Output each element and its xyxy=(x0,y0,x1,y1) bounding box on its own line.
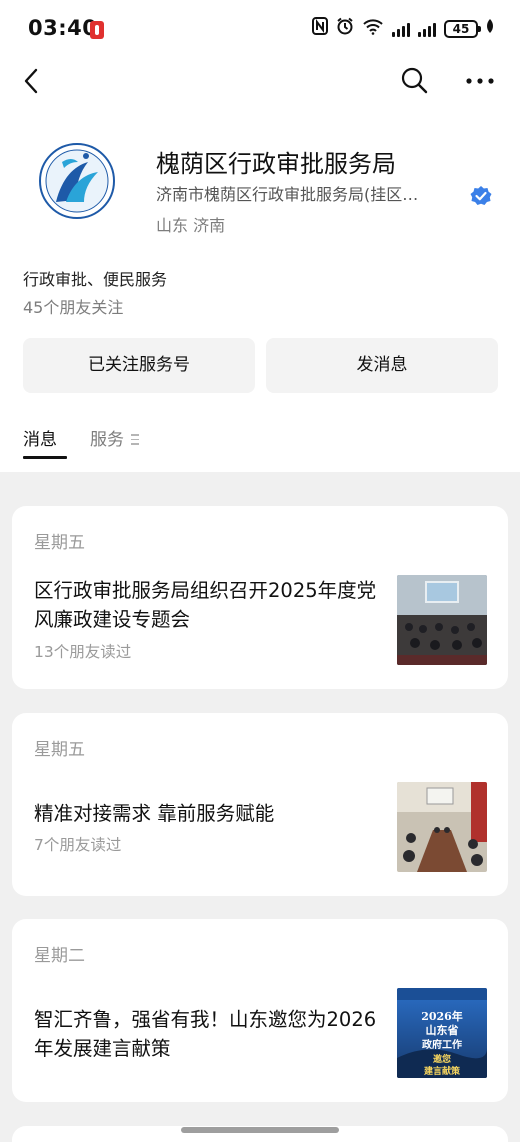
svg-text:政府工作: 政府工作 xyxy=(422,1038,462,1051)
svg-text:山东省: 山东省 xyxy=(426,1023,459,1037)
article-reads: 7个朋友读过 xyxy=(34,836,122,854)
status-icons: 45 xyxy=(312,16,494,42)
svg-text:邀您: 邀您 xyxy=(433,1053,451,1065)
article-day: 星期五 xyxy=(34,533,85,553)
status-time: 03:40 xyxy=(28,16,98,40)
wifi-icon xyxy=(362,17,384,42)
account-description: 行政审批、便民服务 xyxy=(23,270,168,289)
account-region: 山东 济南 xyxy=(156,216,226,235)
tab-services[interactable]: 服务 xyxy=(90,428,124,452)
article-card[interactable]: 星期五 区行政审批服务局组织召开2025年度党风廉政建设专题会 13个朋友读过 xyxy=(12,506,508,689)
svg-text:2026年: 2026年 xyxy=(421,1009,463,1023)
article-thumbnail xyxy=(397,782,487,872)
leaf-icon xyxy=(486,17,494,41)
article-card[interactable]: 星期二 智汇齐鲁，强省有我！山东邀您为2026年发展建言献策 2026年 山东省… xyxy=(12,919,508,1102)
alarm-icon xyxy=(336,17,354,42)
nfc-icon xyxy=(312,16,328,42)
account-name: 槐荫区行政审批服务局 xyxy=(156,150,396,178)
friends-following[interactable]: 45个朋友关注 xyxy=(23,294,123,318)
svg-text:建言献策: 建言献策 xyxy=(424,1065,461,1077)
tab-messages[interactable]: 消息 xyxy=(23,428,57,452)
article-day: 星期五 xyxy=(34,740,85,760)
signal-icon xyxy=(418,21,436,37)
article-title: 精准对接需求 靠前服务赋能 xyxy=(34,802,275,825)
article-card[interactable]: 星期五 精准对接需求 靠前服务赋能 7个朋友读过 xyxy=(12,713,508,896)
article-day: 星期二 xyxy=(34,946,85,966)
verified-organization: 济南市槐荫区行政审批服务局(挂区… xyxy=(156,185,419,204)
article-thumbnail xyxy=(397,575,487,665)
battery-icon: 45 xyxy=(444,20,481,38)
verified-badge-icon xyxy=(470,185,492,207)
home-indicator[interactable] xyxy=(181,1127,339,1133)
menu-icon xyxy=(131,434,141,446)
send-message-button[interactable]: 发消息 xyxy=(266,338,498,393)
search-icon[interactable] xyxy=(398,64,432,98)
article-title: 智汇齐鲁，强省有我！山东邀您为2026年发展建言献策 xyxy=(34,1008,377,1060)
followed-button[interactable]: 已关注服务号 xyxy=(23,338,255,393)
account-logo xyxy=(22,140,134,236)
article-thumbnail: 2026年 山东省 政府工作 邀您 建言献策 xyxy=(397,988,487,1078)
article-title: 区行政审批服务局组织召开2025年度党风廉政建设专题会 xyxy=(34,579,377,631)
notification-icon xyxy=(90,21,104,39)
signal-icon xyxy=(392,21,410,37)
article-reads: 13个朋友读过 xyxy=(34,643,132,661)
more-icon[interactable] xyxy=(462,64,498,98)
back-icon[interactable] xyxy=(18,64,50,98)
status-bar: 03:40 45 xyxy=(0,0,520,60)
active-tab-indicator xyxy=(23,456,67,459)
verified-org-row[interactable]: 济南市槐荫区行政审批服务局(挂区… xyxy=(156,182,496,208)
